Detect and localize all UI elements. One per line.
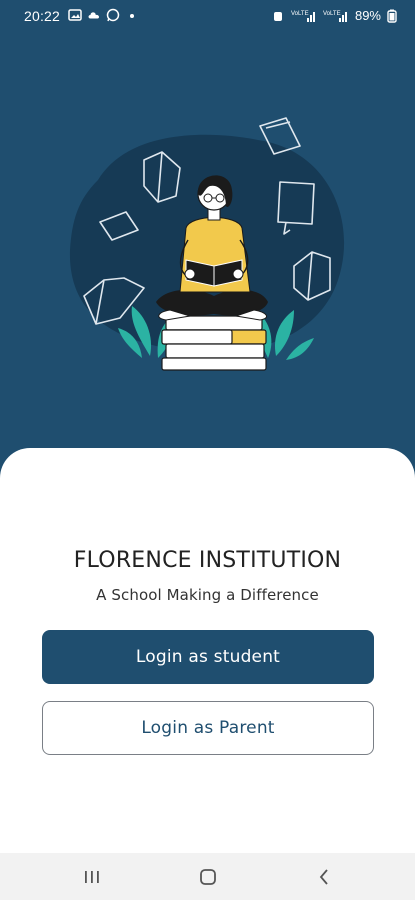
back-icon — [319, 869, 328, 885]
home-icon — [200, 869, 216, 885]
school-tagline: A School Making a Difference — [96, 586, 319, 604]
home-button[interactable] — [194, 863, 222, 891]
status-bar: 20:22 VoLTE VoLTE 89% — [0, 0, 415, 34]
battery-percent: 89% — [354, 8, 381, 23]
alarm-icon — [273, 11, 282, 21]
login-parent-button[interactable]: Login as Parent — [42, 701, 374, 755]
leaf-icon — [286, 338, 314, 360]
book-stack — [161, 315, 267, 371]
recents-button[interactable] — [78, 863, 106, 891]
back-button[interactable] — [310, 863, 338, 891]
battery-icon — [387, 9, 397, 23]
status-time: 20:22 — [24, 8, 61, 24]
student-reading-illustration — [69, 117, 345, 371]
system-nav-bar — [0, 853, 415, 900]
recents-icon — [85, 871, 99, 883]
svg-text:VoLTE: VoLTE — [323, 11, 341, 17]
image-icon — [68, 9, 82, 21]
signal-icon: VoLTE — [291, 11, 315, 22]
hero-banner: 20:22 VoLTE VoLTE 89% — [0, 0, 415, 480]
whatsapp-icon — [106, 8, 120, 22]
login-student-button[interactable]: Login as student — [42, 630, 374, 684]
svg-text:VoLTE: VoLTE — [291, 11, 309, 17]
cloud-icon — [88, 12, 100, 19]
signal-icon: VoLTE — [323, 11, 347, 22]
status-right-icons: VoLTE VoLTE 89% — [271, 8, 397, 23]
school-name: FLORENCE INSTITUTION — [73, 548, 342, 573]
dot-icon — [130, 14, 134, 18]
status-left-icons — [68, 8, 139, 22]
